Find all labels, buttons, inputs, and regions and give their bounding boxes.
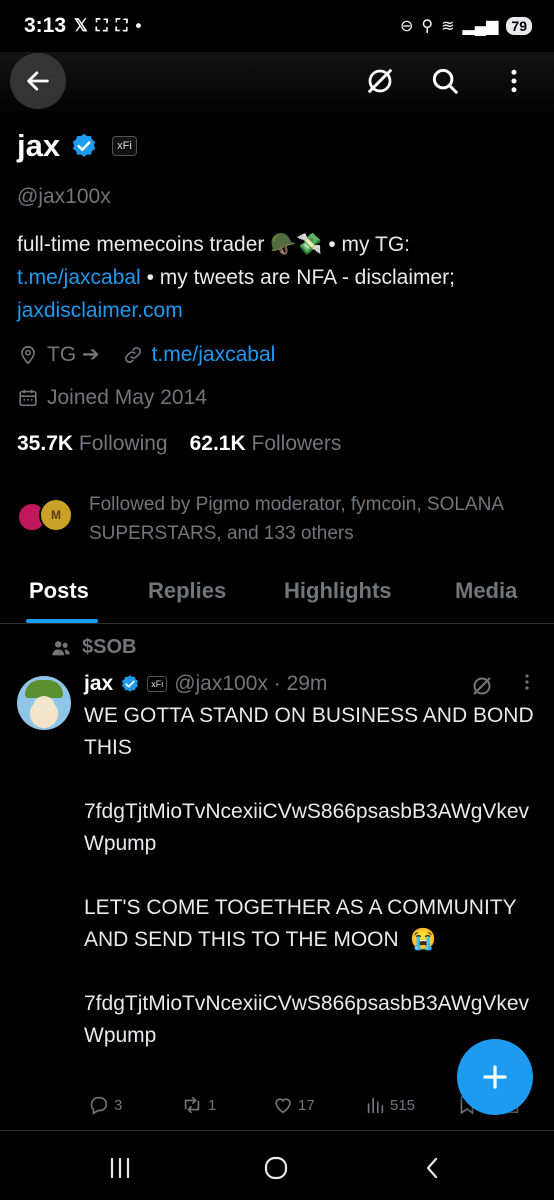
post-body-text: WE GOTTA STAND ON BUSINESS AND BOND THIS… — [84, 704, 534, 1047]
calendar-icon — [19, 389, 37, 407]
post-actions: 3 1 17 515 — [88, 1094, 528, 1122]
views-chart-icon — [367, 1097, 384, 1114]
profile-handle: @jax100x — [17, 185, 111, 208]
affiliate-badge[interactable]: xFi — [112, 136, 137, 156]
back-nav-button[interactable] — [402, 1148, 462, 1188]
following-label: Following — [78, 432, 168, 455]
followers-stat[interactable]: 62.1K Followers — [190, 432, 342, 456]
post-more-button[interactable] — [520, 670, 534, 700]
wifi-icon: ≋ — [441, 18, 455, 35]
post-author-avatar[interactable] — [17, 676, 71, 730]
location-icon: ⚲ — [421, 18, 434, 35]
battery-indicator: 79 — [506, 17, 532, 35]
dnd-icon: ⊖ — [399, 18, 414, 35]
repost-button[interactable]: 1 — [180, 1094, 216, 1116]
status-bar: 3:13 𝕏 ⛶ ⛶ • ⊖ ⚲ ≋ ▂▄▆ 79 — [0, 0, 554, 52]
post-affiliate-badge: xFi — [147, 676, 168, 692]
compose-post-button[interactable] — [457, 1039, 533, 1115]
like-count: 17 — [298, 1096, 315, 1114]
x-logo-icon: 𝕏 — [74, 16, 88, 35]
reply-icon — [90, 1096, 108, 1115]
search-icon — [432, 68, 458, 94]
back-button[interactable] — [10, 53, 66, 109]
heart-icon — [275, 1098, 291, 1114]
recent-apps-button[interactable] — [90, 1148, 150, 1188]
screenshot-icon: ⛶ — [95, 16, 108, 35]
reply-count: 3 — [114, 1096, 123, 1114]
post-grok-button[interactable] — [470, 674, 494, 703]
views-button[interactable]: 515 — [364, 1094, 415, 1116]
post-community-label[interactable]: $SOB — [50, 636, 136, 659]
like-button[interactable]: 17 — [272, 1094, 315, 1116]
divider — [0, 1130, 554, 1131]
more-options-button[interactable] — [486, 53, 542, 109]
profile-tabs: Posts Replies Highlights Media — [0, 560, 554, 624]
screenshot-icon: ⛶ — [115, 16, 128, 35]
community-icon — [52, 640, 70, 655]
home-button[interactable] — [246, 1148, 306, 1188]
profile-name: jax — [17, 128, 61, 163]
link-icon — [124, 346, 141, 363]
profile-joined-date: Joined May 2014 — [47, 386, 207, 409]
tab-media[interactable]: Media — [455, 578, 517, 604]
bio-text: • my tweets are NFA - disclaimer; — [140, 266, 455, 289]
recent-apps-icon — [110, 1157, 130, 1179]
bio-link-disclaimer[interactable]: jaxdisclaimer.com — [17, 299, 183, 322]
notification-dot-icon: • — [135, 16, 142, 35]
profile-stats: 35.7K Following 62.1K Followers — [17, 432, 341, 456]
post-header: jax xFi @jax100x · 29m — [84, 672, 327, 696]
more-vertical-icon — [525, 674, 529, 690]
home-icon — [264, 1156, 288, 1180]
repost-icon — [184, 1096, 200, 1114]
bio-link-telegram[interactable]: t.me/jaxcabal — [17, 266, 141, 289]
followed-by-text: Followed by Pigmo moderator, fymcoin, SO… — [89, 494, 503, 544]
profile-name-row: jax xFi — [17, 128, 137, 164]
post-author-name[interactable]: jax — [84, 672, 113, 696]
status-right: ⊖ ⚲ ≋ ▂▄▆ 79 — [400, 16, 532, 36]
avatar: M — [39, 498, 73, 532]
grok-icon — [473, 677, 491, 695]
grok-button[interactable] — [352, 53, 408, 109]
grok-icon — [367, 68, 393, 94]
verified-badge-icon[interactable] — [70, 132, 98, 160]
search-button[interactable] — [417, 53, 473, 109]
tab-highlights[interactable]: Highlights — [284, 578, 392, 604]
reply-button[interactable]: 3 — [88, 1094, 122, 1116]
views-count: 515 — [390, 1096, 416, 1114]
status-time: 3:13 — [24, 14, 67, 37]
followed-by-avatars: M — [17, 490, 77, 538]
arrow-left-icon — [27, 71, 49, 91]
following-count: 35.7K — [17, 432, 74, 455]
following-stat[interactable]: 35.7K Following — [17, 432, 168, 456]
community-name: $SOB — [82, 636, 137, 658]
status-left: 3:13 𝕏 ⛶ ⛶ • — [24, 14, 142, 38]
followers-count: 62.1K — [189, 432, 246, 455]
avatar-face — [33, 696, 55, 718]
followed-by-row[interactable]: M Followed by Pigmo moderator, fymcoin, … — [17, 490, 509, 548]
profile-meta-location-website: TG ➔ t.me/jaxcabal — [17, 342, 275, 367]
profile-joined-row: Joined May 2014 — [17, 386, 207, 410]
tab-replies[interactable]: Replies — [148, 578, 226, 604]
profile-website-link[interactable]: t.me/jaxcabal — [152, 343, 276, 367]
verified-badge-icon — [122, 675, 139, 692]
profile-bio: full-time memecoins trader 🪖💸 • my TG: t… — [17, 228, 537, 327]
profile-location: TG ➔ — [47, 343, 100, 366]
tab-posts[interactable]: Posts — [29, 578, 89, 604]
signal-icon: ▂▄▆ — [462, 18, 499, 35]
plus-icon — [483, 1065, 507, 1089]
followers-label: Followers — [251, 432, 342, 455]
active-tab-indicator — [26, 619, 98, 623]
more-vertical-icon — [511, 69, 517, 93]
bio-text: full-time memecoins trader 🪖💸 • my TG: — [17, 233, 411, 256]
chevron-left-icon — [426, 1157, 438, 1179]
system-navigation-bar — [0, 1134, 554, 1200]
repost-count: 1 — [208, 1096, 217, 1114]
post-handle-time: @jax100x · 29m — [174, 672, 328, 695]
location-pin-icon — [21, 345, 35, 364]
